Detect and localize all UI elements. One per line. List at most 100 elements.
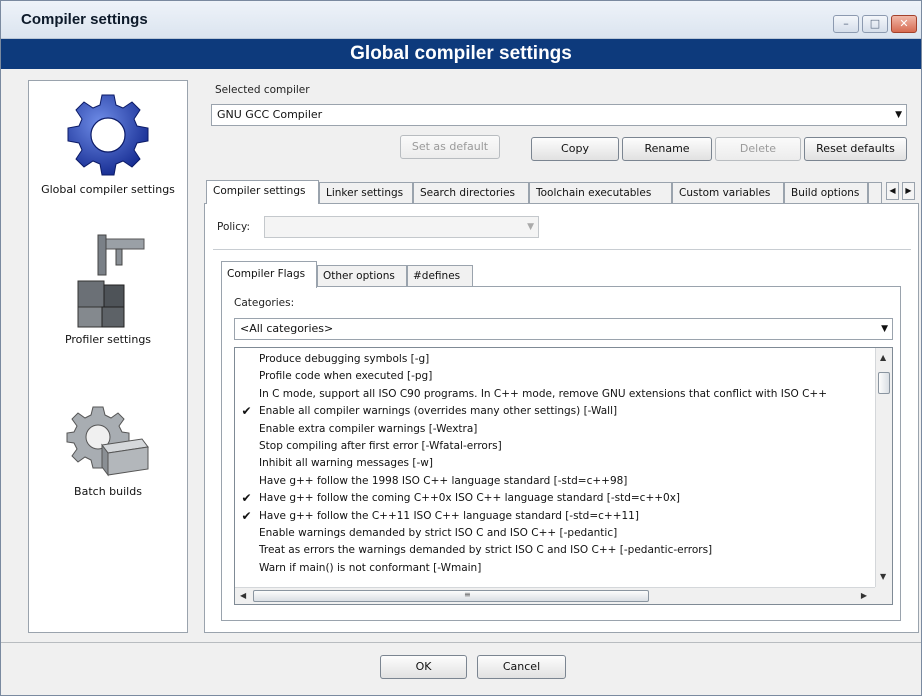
tab-compiler-flags[interactable]: Compiler Flags [221, 261, 317, 288]
caliper-icon [77, 234, 145, 328]
flag-label: Have g++ follow the C++11 ISO C++ langua… [259, 509, 639, 522]
flag-label: Profile code when executed [-pg] [259, 370, 433, 383]
tab-linker-settings[interactable]: Linker settings [319, 182, 413, 204]
tab-toolchain-executables[interactable]: Toolchain executables [529, 182, 672, 204]
flag-row[interactable]: In C mode, support all ISO C90 programs.… [235, 386, 875, 402]
scrollbar-thumb[interactable]: ≡ [253, 590, 649, 602]
flag-row[interactable]: Produce debugging symbols [-g] [235, 351, 875, 367]
checkmark-icon[interactable]: ✔ [240, 492, 253, 505]
window-controls: – □ ✕ [833, 15, 917, 33]
checkmark-icon[interactable]: ✔ [240, 510, 253, 523]
checkbox[interactable] [240, 423, 253, 436]
flag-label: Enable all compiler warnings (overrides … [259, 405, 618, 418]
compiler-settings-pane: Policy: ▼ Compiler Flags Other options #… [204, 203, 919, 633]
flag-label: Treat as errors the warnings demanded by… [259, 544, 713, 557]
flag-row[interactable]: Stop compiling after first error [-Wfata… [235, 438, 875, 454]
checkbox[interactable] [240, 544, 253, 557]
flag-label: In C mode, support all ISO C90 programs.… [259, 387, 828, 400]
divider [213, 249, 911, 250]
ok-button[interactable]: OK [380, 655, 467, 679]
title-bar: Compiler settings – □ ✕ [1, 1, 921, 39]
chevron-down-icon: ▼ [895, 110, 902, 120]
compiler-select[interactable]: GNU GCC Compiler ▼ [211, 104, 907, 126]
tab-overflow [868, 182, 882, 204]
page-banner: Global compiler settings [1, 39, 921, 69]
flag-row[interactable]: Treat as errors the warnings demanded by… [235, 542, 875, 558]
tab-custom-variables[interactable]: Custom variables [672, 182, 784, 204]
checkbox[interactable] [240, 370, 253, 383]
flag-row[interactable]: Inhibit all warning messages [-w] [235, 455, 875, 471]
sidebar-item-profiler-settings[interactable]: Profiler settings [29, 231, 187, 346]
flag-row[interactable]: ✔ Enable all compiler warnings (overrides… [235, 403, 875, 419]
tab-defines[interactable]: #defines [407, 265, 473, 287]
copy-button[interactable]: Copy [531, 137, 619, 161]
checkbox[interactable] [240, 353, 253, 366]
sidebar-item-label: Global compiler settings [41, 183, 175, 196]
compiler-select-value: GNU GCC Compiler [217, 108, 323, 121]
delete-button[interactable]: Delete [715, 137, 801, 161]
close-button[interactable]: ✕ [891, 15, 917, 33]
flag-row[interactable]: Enable extra compiler warnings [-Wextra] [235, 421, 875, 437]
flag-label: Inhibit all warning messages [-w] [259, 457, 433, 470]
footer-divider [1, 642, 921, 643]
checkbox[interactable] [240, 562, 253, 575]
rename-button[interactable]: Rename [622, 137, 712, 161]
flag-row[interactable]: ✔ Have g++ follow the coming C++0x ISO C+… [235, 490, 875, 506]
flag-row[interactable]: Warn if main() is not conformant [-Wmain… [235, 560, 875, 576]
tab-other-options[interactable]: Other options [317, 265, 407, 287]
checkbox[interactable] [240, 440, 253, 453]
settings-tabs: Compiler settings Linker settings Search… [204, 180, 920, 204]
checkbox[interactable] [240, 527, 253, 540]
policy-label: Policy: [217, 221, 250, 233]
flag-label: Produce debugging symbols [-g] [259, 353, 430, 365]
sidebar-item-batch-builds[interactable]: Batch builds [29, 401, 187, 498]
flag-row[interactable]: Have g++ follow the 1998 ISO C++ languag… [235, 473, 875, 489]
settings-sidebar: Global compiler settings Profiler settin… [28, 80, 188, 633]
flag-label: Enable warnings demanded by strict ISO C… [259, 527, 618, 539]
policy-select[interactable]: ▼ [264, 216, 539, 238]
scroll-down-icon[interactable]: ▼ [880, 572, 886, 581]
checkbox[interactable] [240, 475, 253, 488]
flag-label: Have g++ follow the coming C++0x ISO C++… [259, 492, 681, 505]
compiler-flags-pane: Categories: <All categories> ▼ Produce d… [221, 286, 901, 621]
maximize-button[interactable]: □ [862, 15, 888, 33]
scroll-right-icon[interactable]: ▶ [861, 591, 867, 600]
flag-row[interactable]: ✔ Have g++ follow the C++11 ISO C++ langu… [235, 508, 875, 524]
reset-defaults-button[interactable]: Reset defaults [804, 137, 907, 161]
set-as-default-button[interactable]: Set as default [400, 135, 500, 159]
checkbox[interactable] [240, 457, 253, 470]
tab-compiler-settings[interactable]: Compiler settings [206, 180, 319, 204]
tab-search-directories[interactable]: Search directories [413, 182, 529, 204]
checkmark-icon[interactable]: ✔ [240, 405, 253, 418]
window-title: Compiler settings [21, 11, 148, 28]
sidebar-item-label: Profiler settings [64, 333, 152, 346]
tab-scroll-left-button[interactable]: ◀ [886, 182, 899, 200]
scroll-left-icon[interactable]: ◀ [240, 591, 246, 600]
sidebar-item-global-compiler-settings[interactable]: Global compiler settings [29, 87, 187, 196]
sidebar-item-label: Batch builds [74, 485, 142, 498]
flag-label: Enable extra compiler warnings [-Wextra] [259, 422, 478, 435]
scroll-up-icon[interactable]: ▲ [880, 353, 886, 362]
flag-row[interactable]: Enable warnings demanded by strict ISO C… [235, 525, 875, 541]
horizontal-scrollbar[interactable]: ◀ ≡ ▶ [235, 587, 875, 604]
flag-label: Have g++ follow the 1998 ISO C++ languag… [259, 474, 628, 487]
minimize-button[interactable]: – [833, 15, 859, 33]
categories-select[interactable]: <All categories> ▼ [234, 318, 893, 340]
categories-label: Categories: [234, 297, 295, 309]
scrollbar-corner [875, 587, 892, 604]
cancel-button[interactable]: Cancel [477, 655, 566, 679]
vertical-scrollbar[interactable]: ▲ ▼ [875, 348, 892, 587]
compiler-flags-list[interactable]: Produce debugging symbols [-g] Profile co… [234, 347, 893, 605]
selected-compiler-label: Selected compiler [215, 84, 310, 96]
categories-select-value: <All categories> [240, 322, 334, 335]
tab-build-options[interactable]: Build options [784, 182, 868, 204]
checkbox[interactable] [240, 388, 253, 401]
chevron-down-icon: ▼ [527, 222, 534, 232]
gear-icon [67, 94, 149, 176]
flag-row[interactable]: Profile code when executed [-pg] [235, 368, 875, 384]
flag-label: Warn if main() is not conformant [-Wmain… [259, 561, 482, 574]
flag-label: Stop compiling after first error [-Wfata… [259, 440, 502, 452]
gear-box-icon [66, 406, 149, 477]
scrollbar-thumb[interactable] [878, 372, 890, 394]
tab-scroll-right-button[interactable]: ▶ [902, 182, 915, 200]
